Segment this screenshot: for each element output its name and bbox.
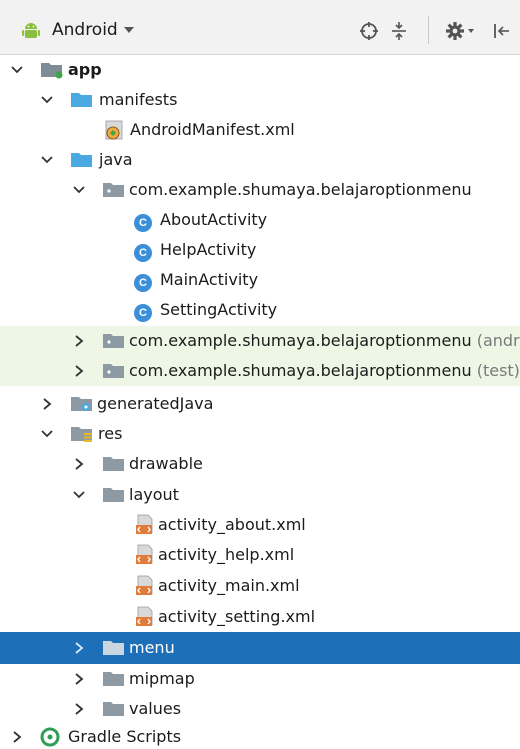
collapse-icon[interactable] <box>388 20 410 42</box>
tree-node-package-android-test[interactable]: com.example.shumaya.belajaroptionmenu (a… <box>0 326 520 356</box>
tree-label: com.example.shumaya.belajaroptionmenu <box>129 180 472 199</box>
tree-label: manifests <box>99 90 178 109</box>
xml-file-icon <box>134 544 156 564</box>
chevron-right-icon[interactable] <box>72 363 86 379</box>
hide-panel-icon[interactable] <box>490 20 512 42</box>
tree-label: Gradle Scripts <box>68 727 182 746</box>
tree-label: menu <box>129 638 175 657</box>
tree-node-activity-help-xml[interactable]: activity_help.xml <box>0 540 520 570</box>
tree-label: com.example.shumaya.belajaroptionmenu (a… <box>129 331 520 350</box>
tree-node-package-main[interactable]: com.example.shumaya.belajaroptionmenu <box>0 175 520 205</box>
tree-label: mipmap <box>129 669 195 688</box>
folder-icon <box>102 669 124 689</box>
chevron-right-icon[interactable] <box>72 671 86 687</box>
folder-icon <box>70 150 92 170</box>
project-toolbar: Android <box>0 0 520 55</box>
folder-icon <box>102 485 124 505</box>
resource-folder-icon <box>70 424 92 444</box>
class-icon: C <box>134 271 156 292</box>
tree-node-generated-java[interactable]: generatedJava <box>0 389 520 419</box>
class-icon: C <box>134 301 156 322</box>
chevron-right-icon[interactable] <box>10 729 24 745</box>
tree-node-activity-setting-xml[interactable]: activity_setting.xml <box>0 602 520 632</box>
chevron-right-icon[interactable] <box>72 333 86 349</box>
chevron-down-icon[interactable] <box>40 152 54 168</box>
package-icon <box>102 180 124 200</box>
gradle-icon <box>40 727 62 747</box>
tree-node-java[interactable]: java <box>0 145 520 175</box>
chevron-down-icon[interactable] <box>72 182 86 198</box>
tree-label: activity_setting.xml <box>158 607 316 626</box>
toolbar-separator <box>428 16 429 44</box>
chevron-down-icon[interactable] <box>40 426 54 442</box>
android-icon <box>20 20 42 40</box>
tree-label: generatedJava <box>97 394 214 413</box>
tree-label: app <box>68 60 102 79</box>
package-icon <box>102 331 124 351</box>
class-icon: C <box>134 211 156 232</box>
module-folder-icon <box>40 60 63 80</box>
tree-label: HelpActivity <box>160 240 257 259</box>
tree-label: com.example.shumaya.belajaroptionmenu (t… <box>129 361 520 380</box>
chevron-down-icon[interactable] <box>40 92 54 108</box>
tree-node-menu[interactable]: menu <box>0 632 520 664</box>
tree-label: values <box>129 699 182 718</box>
xml-file-icon <box>134 606 156 626</box>
tree-node-android-manifest[interactable]: AndroidManifest.xml <box>0 115 520 145</box>
chevron-down-icon[interactable] <box>10 62 24 78</box>
tree-label: activity_main.xml <box>158 576 300 595</box>
tree-node-res[interactable]: res <box>0 419 520 449</box>
chevron-right-icon[interactable] <box>72 701 86 717</box>
tree-node-activity-about-xml[interactable]: activity_about.xml <box>0 510 520 540</box>
tree-node-setting-activity[interactable]: C SettingActivity <box>0 295 520 325</box>
tree-node-mipmap[interactable]: mipmap <box>0 664 520 694</box>
tree-node-values[interactable]: values <box>0 694 520 724</box>
tree-node-layout[interactable]: layout <box>0 480 520 510</box>
tree-node-main-activity[interactable]: C MainActivity <box>0 265 520 295</box>
tree-label: SettingActivity <box>160 300 278 319</box>
tree-node-gradle-scripts[interactable]: Gradle Scripts <box>0 724 520 749</box>
target-icon[interactable] <box>358 20 380 42</box>
tree-node-activity-main-xml[interactable]: activity_main.xml <box>0 571 520 601</box>
folder-icon <box>70 90 92 110</box>
tree-label: java <box>99 150 133 169</box>
tree-node-help-activity[interactable]: C HelpActivity <box>0 235 520 265</box>
tree-label: drawable <box>129 454 203 473</box>
project-view-selector[interactable]: Android <box>52 18 118 42</box>
chevron-right-icon[interactable] <box>72 456 86 472</box>
xml-file-icon <box>134 575 156 595</box>
folder-icon <box>102 454 124 474</box>
tree-label: activity_about.xml <box>158 515 306 534</box>
tree-node-drawable[interactable]: drawable <box>0 449 520 479</box>
tree-node-about-activity[interactable]: C AboutActivity <box>0 205 520 235</box>
folder-icon <box>102 699 124 719</box>
tree-label: res <box>98 424 123 443</box>
tree-label: AndroidManifest.xml <box>130 120 295 139</box>
chevron-right-icon[interactable] <box>40 396 54 412</box>
tree-node-package-test[interactable]: com.example.shumaya.belajaroptionmenu (t… <box>0 356 520 386</box>
manifest-file-icon <box>103 120 125 140</box>
class-icon: C <box>134 241 156 262</box>
source-set-suffix: (andr <box>476 331 520 350</box>
tree-node-app[interactable]: app <box>0 55 520 85</box>
tree-label: MainActivity <box>160 270 259 289</box>
tree-label: AboutActivity <box>160 210 268 229</box>
tree-node-manifests[interactable]: manifests <box>0 85 520 115</box>
xml-file-icon <box>134 514 156 534</box>
chevron-down-icon[interactable] <box>72 487 86 503</box>
source-set-suffix: (test) <box>476 361 520 380</box>
chevron-right-icon[interactable] <box>72 640 86 656</box>
gear-icon[interactable] <box>444 20 478 42</box>
generated-folder-icon <box>70 394 92 414</box>
tree-label: layout <box>129 485 179 504</box>
package-icon <box>102 361 124 381</box>
folder-icon <box>102 638 124 658</box>
tree-label: activity_help.xml <box>158 545 295 564</box>
chevron-down-icon[interactable] <box>122 21 136 39</box>
